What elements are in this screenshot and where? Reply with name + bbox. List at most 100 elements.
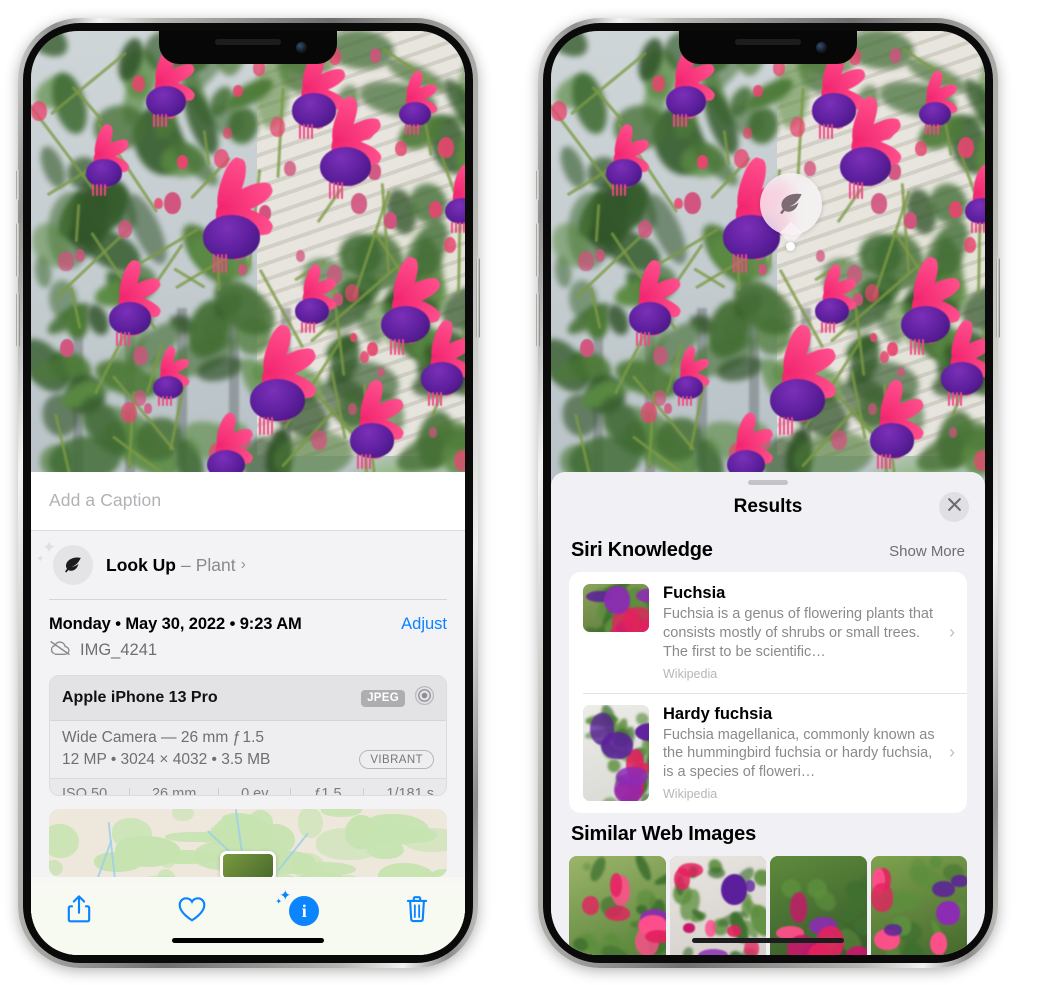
cloud-slash-icon: [49, 640, 71, 661]
similar-web-image-tile[interactable]: [569, 856, 666, 955]
photographic-style-badge: VIBRANT: [359, 750, 434, 770]
chevron-right-icon: ›: [949, 621, 955, 642]
size-line: 12 MP • 3024 × 4032 • 3.5 MB: [62, 750, 271, 768]
earpiece-speaker: [735, 39, 801, 45]
chevron-right-icon: ›: [949, 742, 955, 763]
siri-knowledge-header: Siri Knowledge Show More: [551, 529, 985, 572]
volume-down-button[interactable]: [536, 293, 540, 347]
date-row: Monday • May 30, 2022 • 9:23 AM Adjust: [31, 599, 465, 636]
adjust-button[interactable]: Adjust: [401, 615, 447, 634]
siri-knowledge-title: Siri Knowledge: [571, 539, 713, 561]
home-indicator[interactable]: [172, 937, 324, 943]
size-row: 12 MP • 3024 × 4032 • 3.5 MB VIBRANT: [62, 750, 434, 770]
info-button[interactable]: ✦ ✦ i: [275, 888, 326, 931]
look-up-icon-wrap: ✦ ✦: [36, 539, 93, 585]
share-icon: [66, 894, 92, 929]
similar-web-images-header: Similar Web Images: [551, 813, 985, 852]
results-title: Results: [733, 496, 803, 517]
front-camera-icon: [296, 42, 307, 53]
screenshot-stage: Add a Caption ✦ ✦ Look Up – Plant › Mond…: [0, 0, 1055, 985]
power-button[interactable]: [996, 258, 1000, 338]
knowledge-description: Fuchsia magellanica, commonly known as t…: [663, 726, 935, 781]
knowledge-source: Wikipedia: [663, 666, 718, 681]
knowledge-source: Wikipedia: [663, 787, 718, 802]
aperture-icon: [414, 685, 435, 711]
exif-shutter-speed: 1/181 s: [386, 786, 434, 796]
knowledge-text: Hardy fuchsia Fuchsia magellanica, commo…: [663, 705, 947, 802]
caption-input[interactable]: Add a Caption: [49, 490, 447, 511]
camera-card-header: Apple iPhone 13 Pro JPEG: [50, 676, 446, 722]
knowledge-card[interactable]: Fuchsia Fuchsia is a genus of flowering …: [569, 572, 967, 693]
camera-card-body: Wide Camera — 26 mm ƒ 1.5 12 MP • 3024 ×…: [50, 721, 446, 779]
close-button[interactable]: [939, 492, 969, 522]
home-indicator[interactable]: [692, 937, 844, 943]
mute-switch[interactable]: [16, 170, 20, 200]
results-sheet: Results Siri Knowledge Show More Fuchsia…: [551, 472, 985, 955]
location-map-card[interactable]: [49, 808, 447, 878]
photo-date: Monday • May 30, 2022 • 9:23 AM: [49, 615, 302, 634]
sparkle-icon-small: ✦: [275, 897, 283, 907]
results-header: Results: [551, 485, 985, 529]
right-iphone-device: Results Siri Knowledge Show More Fuchsia…: [536, 18, 1000, 968]
right-screen: Results Siri Knowledge Show More Fuchsia…: [551, 31, 985, 955]
notch: [159, 31, 337, 64]
volume-up-button[interactable]: [16, 223, 20, 277]
chevron-right-icon: ›: [240, 556, 246, 573]
info-glyph: i: [301, 901, 307, 922]
visual-look-up-anchor-dot: [786, 242, 795, 251]
knowledge-thumbnail: [583, 584, 649, 632]
look-up-label-group: Look Up – Plant ›: [106, 555, 246, 576]
map-pin-thumbnail: [223, 854, 273, 878]
sparkle-icon-small: ✦: [36, 554, 45, 565]
exif-exposure-value: 0 ev: [241, 786, 269, 796]
visual-look-up-badge[interactable]: [760, 173, 822, 235]
lens-line: Wide Camera — 26 mm ƒ 1.5: [62, 729, 264, 747]
similar-web-images-title: Similar Web Images: [571, 823, 756, 846]
mute-switch[interactable]: [536, 170, 540, 200]
volume-down-button[interactable]: [16, 293, 20, 347]
share-button[interactable]: [57, 891, 101, 931]
knowledge-card[interactable]: Hardy fuchsia Fuchsia magellanica, commo…: [569, 692, 967, 814]
delete-button[interactable]: [395, 891, 439, 931]
power-button[interactable]: [476, 258, 480, 338]
volume-up-button[interactable]: [536, 223, 540, 277]
info-sparkle-icon: ✦ ✦ i: [275, 888, 320, 927]
sparkle-icon: ✦: [42, 538, 57, 557]
show-more-button[interactable]: Show More: [889, 543, 965, 560]
favorite-button[interactable]: [170, 891, 214, 931]
exif-separator: [290, 787, 292, 795]
look-up-label: Look Up: [106, 554, 176, 575]
caption-row[interactable]: Add a Caption: [31, 472, 465, 531]
camera-info-card[interactable]: Apple iPhone 13 Pro JPEG Wide Camera — 2…: [49, 675, 447, 796]
earpiece-speaker: [215, 39, 281, 45]
left-screen: Add a Caption ✦ ✦ Look Up – Plant › Mond…: [31, 31, 465, 955]
leaf-icon: [53, 545, 93, 585]
trash-icon: [404, 894, 430, 929]
format-badge: JPEG: [361, 689, 405, 707]
camera-header-badges: JPEG: [361, 685, 435, 711]
look-up-dash: –: [181, 554, 191, 575]
close-icon: [947, 497, 962, 517]
look-up-subject: Plant: [195, 554, 236, 575]
knowledge-description: Fuchsia is a genus of flowering plants t…: [663, 606, 934, 660]
exif-separator: [218, 787, 220, 795]
siri-knowledge-list: Fuchsia Fuchsia is a genus of flowering …: [569, 572, 967, 814]
front-camera-icon: [816, 42, 827, 53]
left-iphone-device: Add a Caption ✦ ✦ Look Up – Plant › Mond…: [16, 18, 480, 968]
photo-info-sheet: Add a Caption ✦ ✦ Look Up – Plant › Mond…: [31, 472, 465, 955]
heart-icon: [177, 895, 207, 928]
exif-row: ISO 50 26 mm 0 ev ƒ1.5 1/181 s: [50, 778, 446, 795]
filename-row: IMG_4241: [31, 636, 465, 675]
similar-web-image-tile[interactable]: [870, 856, 967, 955]
exif-iso: ISO 50: [62, 786, 108, 796]
knowledge-title: Fuchsia: [663, 584, 726, 602]
map-photo-pin[interactable]: [220, 851, 276, 878]
exif-aperture: ƒ1.5: [313, 786, 342, 796]
notch: [679, 31, 857, 64]
camera-device-name: Apple iPhone 13 Pro: [62, 689, 218, 707]
knowledge-text: Fuchsia Fuchsia is a genus of flowering …: [663, 584, 947, 681]
look-up-row[interactable]: ✦ ✦ Look Up – Plant ›: [31, 531, 465, 599]
knowledge-title: Hardy fuchsia: [663, 704, 773, 723]
photo-toolbar: ✦ ✦ i: [31, 877, 465, 955]
exif-separator: [129, 787, 131, 795]
